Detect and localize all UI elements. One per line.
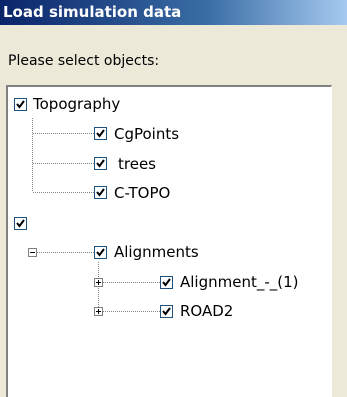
road2-checkbox[interactable]: [160, 305, 173, 318]
c-topo-checkbox[interactable]: [94, 186, 107, 199]
collapse-icon[interactable]: [28, 248, 37, 257]
checkmark-icon: [96, 159, 105, 168]
c-topo-label: C-TOPO: [114, 184, 171, 202]
window-title: Load simulation data: [3, 3, 182, 21]
tree-node-cgpoints[interactable]: CgPoints: [8, 125, 208, 145]
cgpoints-checkbox[interactable]: [94, 127, 107, 140]
tree-node-road2[interactable]: ROAD2: [8, 302, 308, 322]
alignments-checkbox[interactable]: [94, 246, 107, 259]
road2-label: ROAD2: [180, 302, 234, 320]
tree-node-c-topo[interactable]: C-TOPO: [8, 184, 208, 204]
topography-label: Topography: [33, 95, 121, 113]
cgpoints-label: CgPoints: [114, 125, 180, 143]
object-tree[interactable]: Topography CgPoints trees C-TOPO Alignme…: [6, 85, 332, 397]
tree-node-trees[interactable]: trees: [8, 155, 208, 175]
select-objects-prompt: Please select objects:: [8, 53, 160, 69]
alignments-label: Alignments: [114, 243, 199, 261]
trees-label: trees: [118, 155, 156, 173]
checkmark-icon: [16, 100, 25, 109]
tree-node-alignments[interactable]: Alignments: [8, 243, 228, 263]
checkmark-icon: [96, 188, 105, 197]
checkmark-icon: [96, 129, 105, 138]
checkmark-icon: [162, 307, 171, 316]
expand-icon[interactable]: [94, 278, 103, 287]
expand-icon[interactable]: [94, 307, 103, 316]
checkmark-icon: [16, 219, 25, 228]
topography-checkbox[interactable]: [14, 98, 27, 111]
tree-node-group[interactable]: [8, 215, 48, 235]
checkmark-icon: [162, 278, 171, 287]
alignment-1-label: Alignment_-_(1): [180, 273, 299, 291]
group-checkbox[interactable]: [14, 217, 27, 230]
tree-node-alignment-1[interactable]: Alignment_-_(1): [8, 273, 328, 293]
alignment-1-checkbox[interactable]: [160, 276, 173, 289]
title-bar: Load simulation data: [0, 0, 347, 25]
tree-node-topography[interactable]: Topography: [8, 95, 208, 115]
trees-checkbox[interactable]: [94, 157, 107, 170]
checkmark-icon: [96, 248, 105, 257]
